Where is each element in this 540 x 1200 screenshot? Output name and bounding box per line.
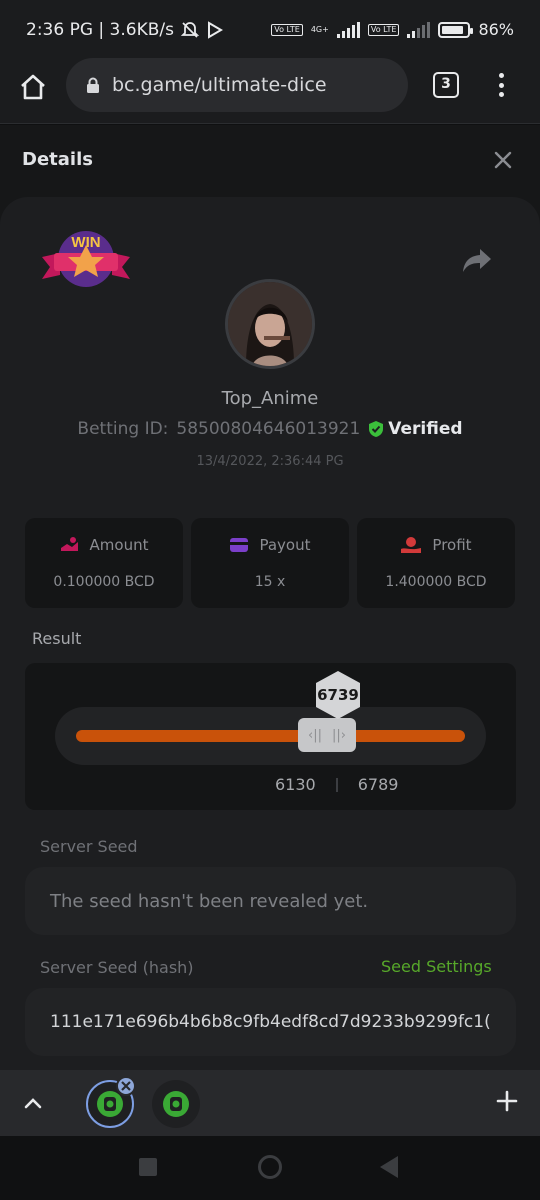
battery-icon [438, 21, 474, 38]
server-seed-hash-field[interactable]: 111e171e696b4b6b8c9fb4edf8cd7d9233b9299f… [25, 988, 516, 1056]
play-store-icon [207, 21, 223, 39]
server-seed-field: The seed hasn't been revealed yet. [25, 867, 516, 935]
tab-close-icon[interactable] [116, 1076, 136, 1096]
server-seed-label: Server Seed [40, 837, 138, 856]
verified-badge[interactable]: Verified [368, 419, 463, 439]
chevron-up-icon[interactable] [22, 1092, 44, 1114]
payout-label: Payout [259, 536, 311, 554]
shield-check-icon [369, 421, 384, 437]
home-icon[interactable] [18, 72, 48, 102]
result-panel: ‹|| ||› 6739 6130 6789 [25, 663, 516, 810]
status-left: 2:36 PG | 3.6KB/s [26, 20, 224, 40]
bet-detail-card: WIN Top_Anime Betting ID: 58500804646013… [0, 197, 540, 1070]
username: Top_Anime [221, 388, 319, 409]
win-badge-text: WIN [71, 234, 100, 251]
profit-icon [401, 537, 422, 553]
plus-icon[interactable] [496, 1090, 518, 1112]
recents-button[interactable] [139, 1158, 157, 1176]
range-divider [335, 777, 338, 792]
bubble-tab-strip [0, 1070, 540, 1136]
seed-settings-link[interactable]: Seed Settings [381, 957, 492, 976]
amount-icon [60, 537, 78, 551]
profit-label: Profit [432, 536, 472, 554]
betting-id-value[interactable]: 58500804646013921 [176, 419, 360, 439]
win-badge: WIN [40, 227, 132, 299]
signal-icon-2 [407, 21, 431, 38]
result-label: Result [32, 629, 82, 648]
win-ribbon-icon: WIN [42, 231, 130, 287]
volte-badge-2: Vo LTE [367, 23, 400, 36]
betting-id-row: Betting ID: 58500804646013921 Verified [0, 419, 540, 439]
mute-icon [180, 22, 200, 38]
tab-switcher-button[interactable]: 3 [433, 72, 459, 98]
browser-toolbar: bc.game/ultimate-dice 3 [0, 58, 540, 124]
slider-handle[interactable]: ‹|| ||› [298, 718, 356, 752]
battery-text: 86% [478, 20, 514, 39]
profit-value: 1.400000 BCD [385, 574, 487, 590]
home-nav-button[interactable] [258, 1155, 282, 1179]
payout-stat: Payout 15 x [191, 518, 349, 608]
share-icon[interactable] [462, 247, 492, 273]
betting-id-label: Betting ID: [77, 419, 169, 439]
slider-track [76, 730, 465, 742]
server-seed-hash-label: Server Seed (hash) [40, 958, 194, 977]
signal-icon [336, 21, 360, 38]
tab-bubble[interactable] [152, 1080, 200, 1128]
target-range: 6130 6789 [275, 775, 398, 794]
bet-timestamp: 13/4/2022, 2:36:44 PG [196, 454, 344, 469]
status-time-speed: 2:36 PG | 3.6KB/s [26, 20, 174, 40]
wallet-icon [230, 538, 249, 552]
close-icon[interactable] [492, 149, 514, 171]
amount-value: 0.100000 BCD [53, 574, 155, 590]
avatar-image [228, 282, 312, 366]
page-title: Details [22, 149, 93, 170]
back-button[interactable] [380, 1156, 398, 1178]
handle-grip-right-icon: ||› [332, 727, 346, 743]
range-high: 6789 [357, 775, 399, 794]
details-page: Details WIN Top_Anime Betting ID: 585008… [0, 125, 540, 1070]
bc-game-logo-icon [163, 1091, 189, 1117]
overflow-menu-icon[interactable] [496, 70, 506, 100]
address-bar[interactable]: bc.game/ultimate-dice [66, 58, 408, 112]
amount-stat: Amount 0.100000 BCD [25, 518, 183, 608]
net-type: 4G+ [310, 25, 329, 34]
lock-icon [87, 77, 99, 93]
system-nav-bar [0, 1136, 540, 1200]
status-right: Vo LTE 4G+ Vo LTE 86% [271, 20, 514, 39]
url-text: bc.game/ultimate-dice [112, 74, 327, 96]
verified-label: Verified [388, 419, 463, 439]
handle-grip-left-icon: ‹|| [308, 727, 322, 743]
range-low: 6130 [275, 775, 316, 794]
status-bar: 2:36 PG | 3.6KB/s Vo LTE 4G+ Vo LTE 86% [0, 0, 540, 62]
profit-stat: Profit 1.400000 BCD [357, 518, 515, 608]
volte-badge: Vo LTE [271, 23, 303, 36]
payout-value: 15 x [254, 574, 286, 590]
amount-label: Amount [89, 536, 149, 554]
avatar [225, 279, 315, 369]
